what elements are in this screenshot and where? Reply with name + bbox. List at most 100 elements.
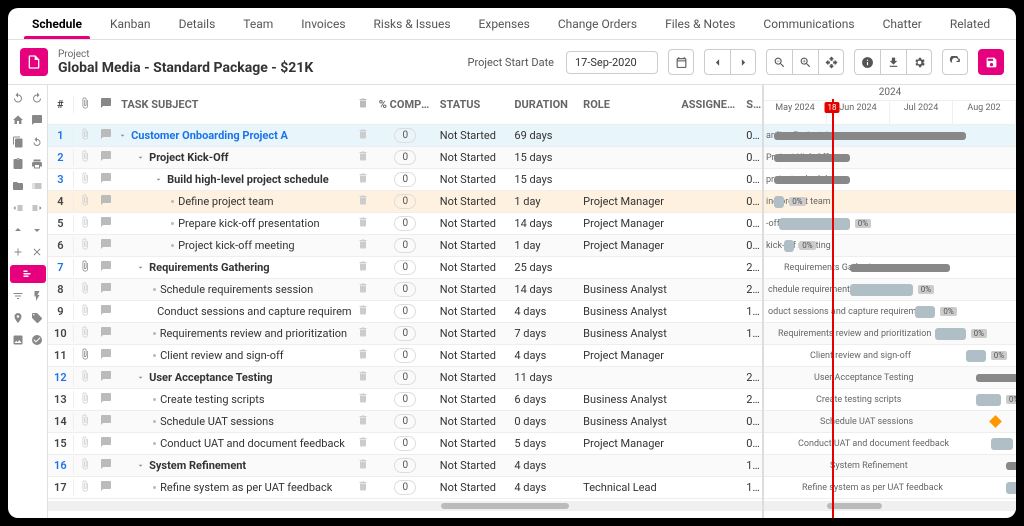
refresh-button[interactable] <box>942 49 968 75</box>
role-cell[interactable]: Project Manager <box>579 215 677 232</box>
gantt-row[interactable]: Requirements review and prioritization0% <box>764 323 1016 345</box>
attachment-icon[interactable] <box>74 368 96 387</box>
task-row[interactable]: 16System Refinement0Not Started4 days13 <box>48 455 762 477</box>
task-cell[interactable]: Client review and sign-off <box>117 347 351 364</box>
attachment-icon[interactable] <box>74 170 96 189</box>
task-row[interactable]: 3Build high-level project schedule0Not S… <box>48 169 762 191</box>
comment-icon[interactable] <box>95 456 117 475</box>
col-role[interactable]: ROLE <box>579 96 677 113</box>
delete-button[interactable] <box>351 478 375 497</box>
gantt-scrollbar[interactable] <box>764 501 1016 511</box>
attachment-icon[interactable] <box>74 456 96 475</box>
download-button[interactable] <box>880 49 906 75</box>
col-duration[interactable]: DURATION <box>510 96 579 113</box>
gantt-bar[interactable] <box>976 394 1001 406</box>
location-icon[interactable] <box>9 309 27 327</box>
comment-icon[interactable] <box>95 258 117 277</box>
milestone-diamond[interactable] <box>989 415 1002 428</box>
duration-cell[interactable]: 4 days <box>510 303 579 320</box>
gantt-row[interactable]: -off presentation0% <box>764 213 1016 235</box>
assigned-cell[interactable] <box>677 332 742 336</box>
delete-button[interactable] <box>351 126 375 145</box>
task-row[interactable]: 15Conduct UAT and document feedback0Not … <box>48 433 762 455</box>
attachment-icon[interactable] <box>74 346 96 365</box>
comment-icon[interactable] <box>95 170 117 189</box>
gantt-bar[interactable] <box>774 176 850 184</box>
gantt-bar[interactable] <box>915 306 935 318</box>
duration-cell[interactable]: 4 days <box>510 457 579 474</box>
undo-icon[interactable] <box>9 89 27 107</box>
delete-button[interactable] <box>351 170 375 189</box>
comment-icon[interactable] <box>95 434 117 453</box>
status-cell[interactable]: Not Started <box>436 149 511 166</box>
task-cell[interactable]: Build high-level project schedule <box>117 171 351 188</box>
collapse-down-icon[interactable] <box>28 221 46 239</box>
duration-cell[interactable]: 15 days <box>510 171 579 188</box>
task-row[interactable]: 12User Acceptance Testing0Not Started11 … <box>48 367 762 389</box>
delete-button[interactable] <box>351 214 375 233</box>
task-cell[interactable]: Schedule requirements session <box>117 281 351 298</box>
comment-icon[interactable] <box>95 236 117 255</box>
attachment-icon[interactable] <box>74 258 96 277</box>
gantt-view-icon[interactable] <box>10 265 46 283</box>
attachment-icon[interactable] <box>74 236 96 255</box>
task-row[interactable]: 17Refine system as per UAT feedback0Not … <box>48 477 762 499</box>
gantt-bar[interactable] <box>774 132 966 140</box>
comment-icon[interactable] <box>28 111 46 129</box>
role-cell[interactable]: Business Analyst <box>579 303 677 320</box>
task-row[interactable]: 4Define project team0Not Started1 dayPro… <box>48 191 762 213</box>
save-button[interactable] <box>978 49 1004 75</box>
gantt-bar[interactable] <box>774 196 784 208</box>
task-cell[interactable]: Project Kick-Off <box>117 149 351 166</box>
col-delete[interactable] <box>351 95 375 114</box>
role-cell[interactable] <box>579 464 677 468</box>
settings-button[interactable] <box>906 49 932 75</box>
comment-icon[interactable] <box>95 280 117 299</box>
status-cell[interactable]: Not Started <box>436 369 511 386</box>
task-cell[interactable]: Create testing scripts <box>117 391 351 408</box>
attachment-icon[interactable] <box>74 434 96 453</box>
delete-button[interactable] <box>351 434 375 453</box>
status-cell[interactable]: Not Started <box>436 171 511 188</box>
gantt-row[interactable]: Create testing scripts0% <box>764 389 1016 411</box>
gantt-row[interactable]: Conduct UAT and document feedback0% <box>764 433 1016 455</box>
task-cell[interactable]: Conduct sessions and capture requirement… <box>117 303 351 320</box>
indent-right-icon[interactable] <box>28 199 46 217</box>
task-row[interactable]: 13Create testing scripts0Not Started6 da… <box>48 389 762 411</box>
percent-cell[interactable]: 0 <box>375 192 436 211</box>
chevron-down-icon[interactable] <box>135 461 145 471</box>
clipboard-icon[interactable] <box>9 155 27 173</box>
comment-icon[interactable] <box>95 192 117 211</box>
percent-cell[interactable]: 0 <box>375 214 436 233</box>
start-date-input[interactable]: 17-Sep-2020 <box>566 51 658 74</box>
duration-cell[interactable]: 1 day <box>510 237 579 254</box>
plus-icon[interactable] <box>9 243 27 261</box>
gantt-bar[interactable] <box>966 350 986 362</box>
duration-cell[interactable]: 4 days <box>510 479 579 496</box>
assigned-cell[interactable] <box>677 222 742 226</box>
status-cell[interactable]: Not Started <box>436 413 511 430</box>
task-subject[interactable]: Customer Onboarding Project A <box>131 129 288 142</box>
role-cell[interactable] <box>579 156 677 160</box>
tab-chatter[interactable]: Chatter <box>869 8 936 39</box>
chevron-down-icon[interactable] <box>135 263 145 273</box>
assigned-cell[interactable] <box>677 178 742 182</box>
task-row[interactable]: 2Project Kick-Off0Not Started15 days03 <box>48 147 762 169</box>
task-cell[interactable]: Project kick-off meeting <box>117 237 351 254</box>
duration-cell[interactable]: 7 days <box>510 325 579 342</box>
col-st[interactable]: ST <box>742 96 762 113</box>
attachment-icon[interactable] <box>74 280 96 299</box>
tab-change-orders[interactable]: Change Orders <box>544 8 651 39</box>
assigned-cell[interactable] <box>677 134 742 138</box>
percent-cell[interactable]: 0 <box>375 346 436 365</box>
percent-cell[interactable]: 0 <box>375 412 436 431</box>
percent-cell[interactable]: 0 <box>375 170 436 189</box>
gantt-row[interactable]: Project Kick-Off <box>764 147 1016 169</box>
tab-schedule[interactable]: Schedule <box>18 8 96 39</box>
attachment-icon[interactable] <box>74 478 96 497</box>
gantt-row[interactable]: Client review and sign-off0% <box>764 345 1016 367</box>
gantt-bar[interactable] <box>976 374 1016 382</box>
percent-cell[interactable]: 0 <box>375 236 436 255</box>
delete-button[interactable] <box>351 346 375 365</box>
percent-cell[interactable]: 0 <box>375 434 436 453</box>
